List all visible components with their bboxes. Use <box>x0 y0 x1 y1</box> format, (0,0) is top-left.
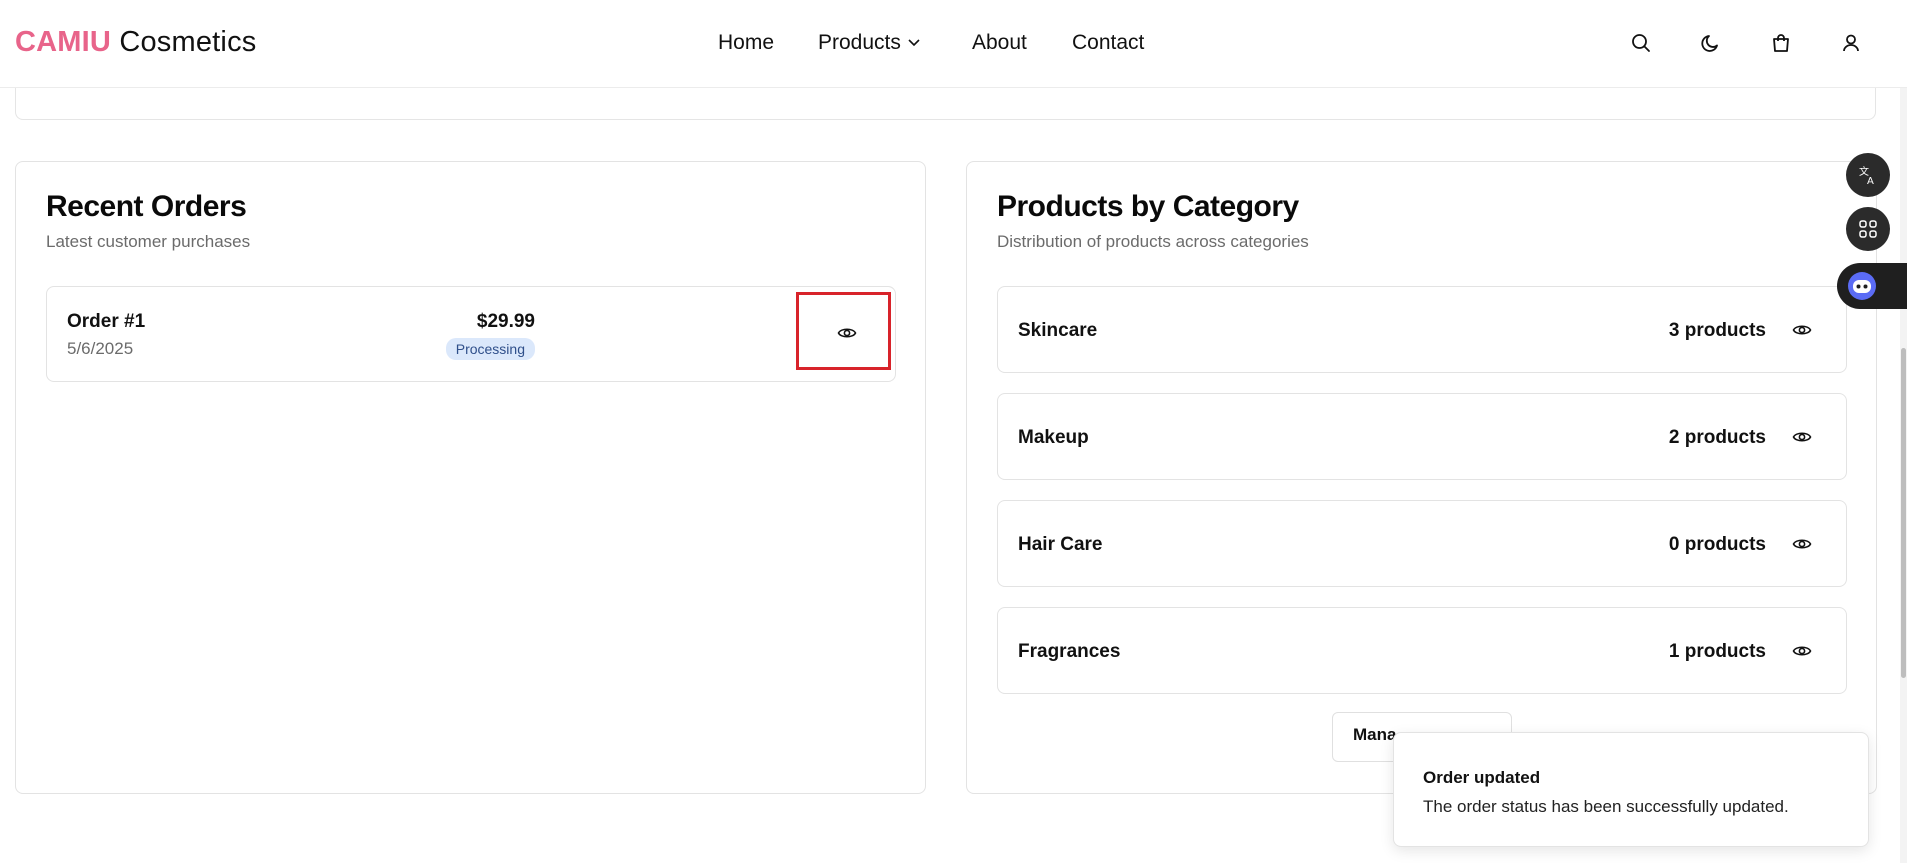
eye-icon[interactable] <box>1792 641 1812 661</box>
eye-icon[interactable] <box>1792 427 1812 447</box>
category-count: 3 products <box>1668 320 1766 341</box>
order-row: Order #1 5/6/2025 $29.99 Processing <box>46 286 896 382</box>
translate-icon[interactable]: 文A <box>1846 153 1890 197</box>
category-count: 0 products <box>1668 534 1766 555</box>
recent-orders-title: Recent Orders <box>46 190 247 223</box>
user-icon[interactable] <box>1840 32 1862 54</box>
category-count: 2 products <box>1668 427 1766 448</box>
category-row-hair-care: Hair Care 0 products <box>997 500 1847 587</box>
order-amount: $29.99 <box>476 311 535 332</box>
logo[interactable]: CAMIU Cosmetics <box>15 26 256 59</box>
category-row-makeup: Makeup 2 products <box>997 393 1847 480</box>
categories-title: Products by Category <box>997 190 1299 223</box>
moon-icon[interactable] <box>1700 32 1722 54</box>
svg-text:A: A <box>1867 176 1874 186</box>
nav-home[interactable]: Home <box>718 31 774 55</box>
cart-icon[interactable] <box>1770 32 1792 54</box>
logo-brand: CAMIU <box>15 26 112 58</box>
nav-products[interactable]: Products <box>818 31 921 55</box>
apps-grid-icon[interactable] <box>1846 207 1890 251</box>
category-row-fragrances: Fragrances 1 products <box>997 607 1847 694</box>
toast-description: The order status has been successfully u… <box>1423 797 1789 816</box>
category-row-skincare: Skincare 3 products <box>997 286 1847 373</box>
nav-about[interactable]: About <box>972 31 1027 55</box>
status-badge: Processing <box>445 338 535 360</box>
toast-title: Order updated <box>1423 768 1541 787</box>
eye-icon[interactable] <box>1792 320 1812 340</box>
scrollbar-thumb[interactable] <box>1901 348 1906 678</box>
categories-subtitle: Distribution of products across categori… <box>997 232 1309 251</box>
category-name: Fragrances <box>1018 641 1121 662</box>
order-date: 5/6/2025 <box>67 339 134 358</box>
eye-icon[interactable] <box>1792 534 1812 554</box>
recent-orders-card: Recent Orders Latest customer purchases … <box>15 161 926 794</box>
category-name: Hair Care <box>1018 534 1103 555</box>
toast-notification: Order updated The order status has been … <box>1393 732 1869 847</box>
assistant-bot-icon <box>1847 271 1877 306</box>
nav-contact[interactable]: Contact <box>1072 31 1144 55</box>
site-header: CAMIU Cosmetics Home Products About Cont… <box>0 0 1907 88</box>
category-count: 1 products <box>1668 641 1766 662</box>
nav-products-label: Products <box>818 31 901 54</box>
order-title: Order #1 <box>67 311 146 332</box>
assistant-tab[interactable] <box>1837 263 1907 309</box>
recent-orders-subtitle: Latest customer purchases <box>46 232 251 251</box>
logo-text: Cosmetics <box>119 26 257 58</box>
search-icon[interactable] <box>1630 32 1652 54</box>
eye-icon[interactable] <box>837 323 857 343</box>
categories-card: Products by Category Distribution of pro… <box>966 161 1877 794</box>
chevron-down-icon <box>907 31 921 55</box>
category-name: Makeup <box>1018 427 1089 448</box>
category-name: Skincare <box>1018 320 1098 341</box>
